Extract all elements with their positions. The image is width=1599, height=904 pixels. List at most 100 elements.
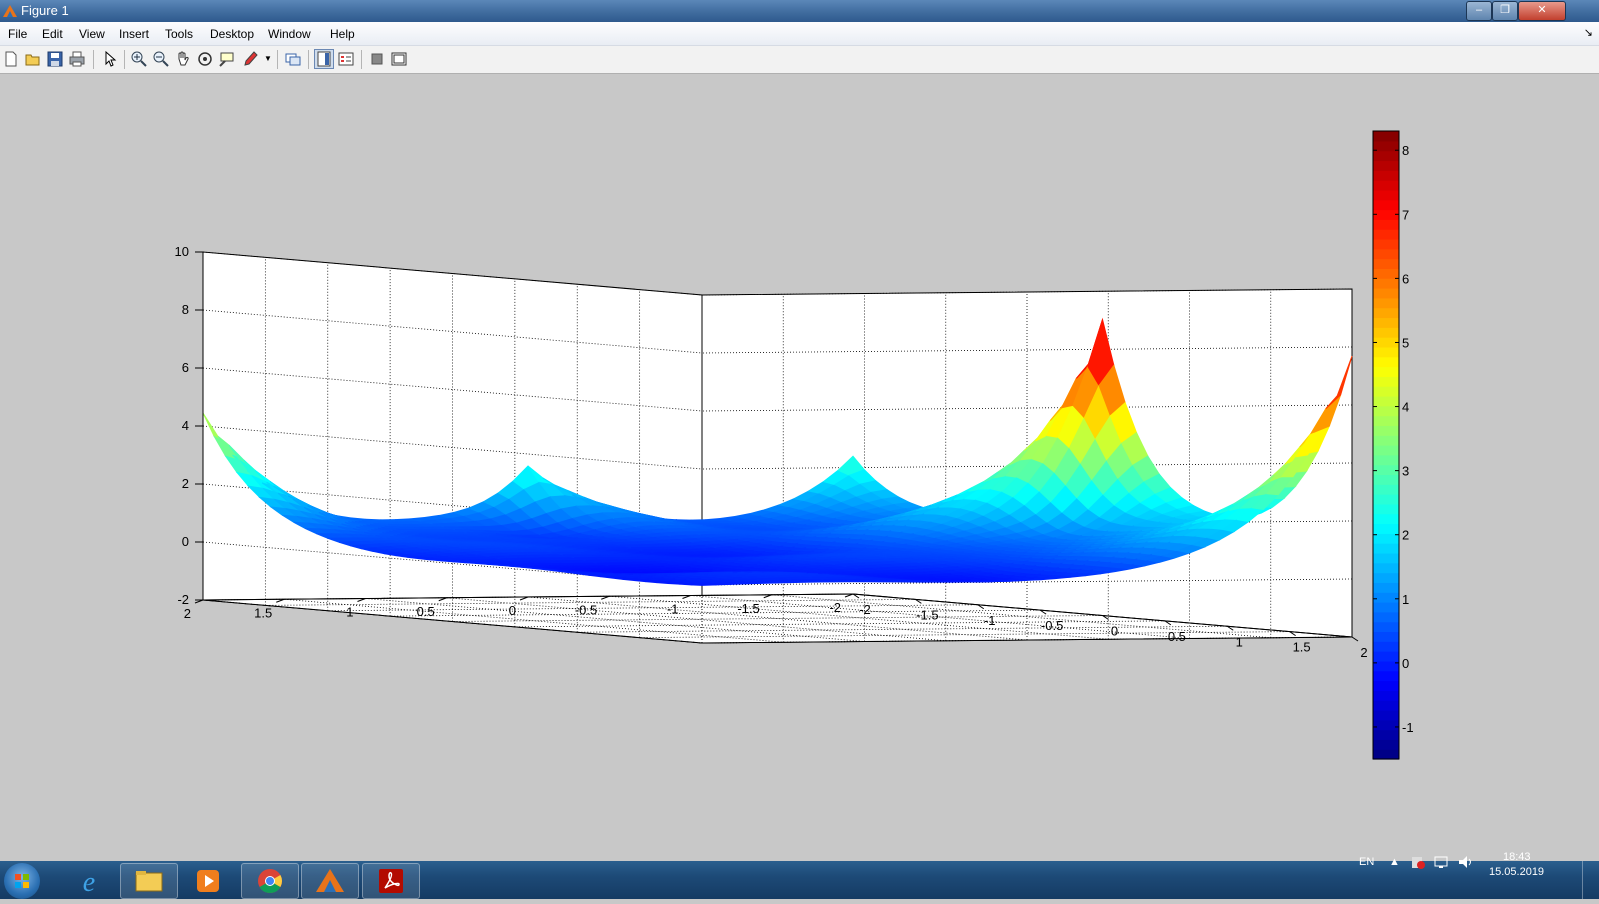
colorbar-band (1373, 141, 1399, 151)
edit-plot-icon[interactable] (101, 50, 119, 68)
y-tick-label: -1 (667, 602, 679, 617)
colorbar-band (1373, 425, 1399, 435)
show-plot-tools-icon[interactable] (390, 50, 408, 68)
colorbar-band (1373, 543, 1399, 553)
network-icon[interactable] (1433, 854, 1451, 870)
chrome-icon[interactable] (241, 863, 299, 899)
internet-explorer-icon[interactable]: e (60, 863, 118, 899)
colorbar-band (1373, 416, 1399, 426)
colorbar-band (1373, 435, 1399, 445)
colorbar-band (1373, 484, 1399, 494)
colorbar-band (1373, 190, 1399, 200)
colorbar-icon[interactable] (314, 49, 334, 69)
start-button[interactable] (4, 863, 40, 899)
colorbar-band (1373, 406, 1399, 416)
legend-icon[interactable] (337, 50, 355, 68)
colorbar-band (1373, 553, 1399, 563)
menu-help[interactable]: Help (330, 27, 355, 41)
dock-arrow-icon[interactable]: ↘ (1584, 26, 1593, 39)
minimize-button[interactable]: – (1466, 1, 1492, 21)
file-explorer-icon[interactable] (120, 863, 178, 899)
x-tick-label: -0.5 (1041, 618, 1063, 633)
zoom-in-icon[interactable] (130, 50, 148, 68)
action-center-icon[interactable] (1409, 854, 1427, 870)
rotate-3d-icon[interactable] (196, 50, 214, 68)
show-desktop-button[interactable] (1582, 861, 1597, 899)
language-indicator[interactable]: EN (1359, 856, 1374, 868)
brush-dropdown-icon[interactable]: ▼ (264, 54, 272, 63)
zoom-out-icon[interactable] (152, 50, 170, 68)
colorbar-tick-label: 2 (1402, 528, 1409, 543)
colorbar-tick-label: 8 (1402, 143, 1409, 158)
menu-window[interactable]: Window (268, 27, 311, 41)
menu-file[interactable]: File (8, 27, 27, 41)
colorbar-band (1373, 749, 1399, 759)
data-cursor-icon[interactable] (218, 50, 236, 68)
colorbar-band (1373, 582, 1399, 592)
x-tick-label: 1.5 (1293, 640, 1311, 655)
colorbar-tick-label: 3 (1402, 464, 1409, 479)
open-file-icon[interactable] (24, 50, 42, 68)
z-tick-label: 0 (182, 534, 189, 549)
new-figure-icon[interactable] (2, 50, 20, 68)
colorbar-band (1373, 249, 1399, 259)
toolbar-separator (124, 50, 125, 69)
colorbar-band (1373, 622, 1399, 632)
colorbar-band (1373, 612, 1399, 622)
colorbar-tick-label: 0 (1402, 656, 1409, 671)
hide-plot-tools-icon[interactable] (368, 50, 386, 68)
colorbar-band (1373, 631, 1399, 641)
x-tick-label: 1 (1236, 634, 1243, 649)
link-plot-icon[interactable] (284, 50, 302, 68)
colorbar-band (1373, 347, 1399, 357)
colorbar-band (1373, 160, 1399, 170)
maximize-button[interactable]: ❐ (1492, 1, 1518, 21)
colorbar-band (1373, 200, 1399, 210)
z-tick-label: 6 (182, 360, 189, 375)
volume-icon[interactable] (1457, 854, 1475, 870)
pan-icon[interactable] (174, 50, 192, 68)
menu-insert[interactable]: Insert (119, 27, 149, 41)
z-tick-label: 8 (182, 302, 189, 317)
surface-plot[interactable]: -2-1.5-1-0.500.511.52-2-1.5-1-0.500.511.… (0, 74, 1599, 861)
windows-logo-icon (4, 863, 40, 899)
show-hidden-icons-icon[interactable]: ▲ (1389, 856, 1400, 868)
colorbar-band (1373, 268, 1399, 278)
y-tick-label: -0.5 (575, 602, 597, 617)
colorbar-band (1373, 367, 1399, 377)
colorbar-band (1373, 396, 1399, 406)
colorbar-band (1373, 700, 1399, 710)
colorbar-band (1373, 524, 1399, 534)
matlab-icon[interactable] (301, 863, 359, 899)
z-tick-label: 10 (175, 244, 189, 259)
acrobat-icon[interactable] (362, 863, 420, 899)
brush-icon[interactable] (242, 50, 260, 68)
x-tick-label: -1.5 (916, 607, 938, 622)
colorbar-band (1373, 327, 1399, 337)
menu-edit[interactable]: Edit (42, 27, 63, 41)
colorbar-band (1373, 641, 1399, 651)
menu-desktop[interactable]: Desktop (210, 27, 254, 41)
matlab-figure-icon (2, 3, 18, 19)
close-button[interactable]: ✕ (1518, 1, 1566, 21)
save-icon[interactable] (46, 50, 64, 68)
colorbar-tick-label: 5 (1402, 335, 1409, 350)
colorbar-band (1373, 317, 1399, 327)
title-bar: Figure 1 – ❐ ✕ (0, 0, 1599, 22)
clock-date[interactable]: 15.05.2019 (1489, 866, 1544, 878)
toolbar-separator (277, 50, 278, 69)
print-icon[interactable] (68, 50, 86, 68)
x-tick-label: -2 (859, 602, 871, 617)
media-player-icon[interactable] (180, 863, 238, 899)
colorbar-band (1373, 671, 1399, 681)
colorbar-band (1373, 465, 1399, 475)
figure-canvas[interactable]: -2-1.5-1-0.500.511.52-2-1.5-1-0.500.511.… (0, 74, 1599, 861)
menu-tools[interactable]: Tools (165, 27, 193, 41)
menu-bar: File Edit View Insert Tools Desktop Wind… (0, 22, 1599, 46)
x-tick-label: 0 (1111, 624, 1118, 639)
colorbar-band (1373, 474, 1399, 484)
clock-time[interactable]: 18:43 (1503, 851, 1531, 863)
colorbar-band (1373, 288, 1399, 298)
colorbar-band (1373, 386, 1399, 396)
menu-view[interactable]: View (79, 27, 105, 41)
